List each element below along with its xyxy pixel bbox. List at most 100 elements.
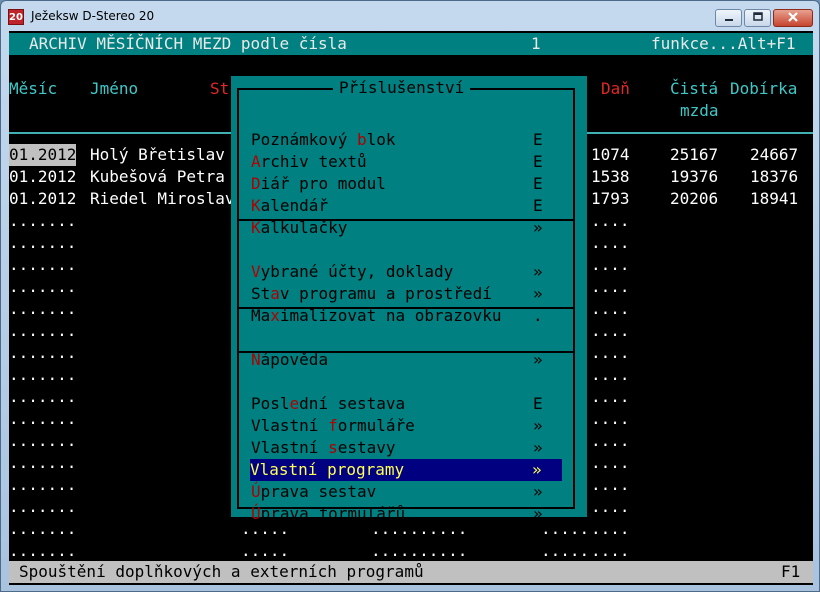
menu-item[interactable]: Maximalizovat na obrazovku. xyxy=(251,305,563,327)
col-header-month[interactable]: Měsíc xyxy=(9,78,57,100)
menu-item-label: ápověda xyxy=(260,350,329,369)
menu-item[interactable]: Vlastní sestavy » xyxy=(251,437,563,459)
status-message: Spouštění doplňkových a externích progra… xyxy=(19,562,424,581)
menu-item[interactable]: Úprava sestav » xyxy=(251,481,563,503)
empty-cell: ....... xyxy=(9,519,77,538)
menu-item-hotkey: e xyxy=(289,394,300,413)
minimize-button[interactable] xyxy=(715,9,742,27)
menu-item-label: Vlastní xyxy=(251,438,329,457)
empty-cell: .... xyxy=(591,497,630,516)
empty-cell: .... xyxy=(591,453,630,472)
menu-item-hotkey: s xyxy=(328,438,338,457)
menu-item-hotkey: N xyxy=(251,350,261,369)
menu-item-label: Poznámkový xyxy=(251,130,357,149)
menu-item-shortcut: E xyxy=(533,174,543,193)
menu-item-shortcut: » xyxy=(533,416,543,435)
bottom-status-bar: Spouštění doplňkových a externích progra… xyxy=(9,561,813,583)
menu-item-label: Posl xyxy=(251,394,290,413)
screen-title: ARCHIV MĚSÍČNÍCH MEZD podle čísla xyxy=(29,34,347,53)
menu-item-label: Vlastní xyxy=(251,416,329,435)
menu-item-shortcut: » xyxy=(533,262,543,281)
menu-item-label: St xyxy=(251,284,271,303)
menu-item-shortcut: . xyxy=(533,306,543,325)
col-header-tax[interactable]: Daň xyxy=(601,78,630,100)
empty-cell: ....... xyxy=(9,497,77,516)
close-button[interactable] xyxy=(773,9,813,27)
empty-cell: .... xyxy=(591,431,630,450)
menu-item-label: iář pro modul xyxy=(260,174,386,193)
menu-item-hotkey: K xyxy=(251,218,261,237)
col-header-name[interactable]: Jméno xyxy=(90,78,138,100)
title-bar[interactable]: 20 Ježeksw D-Stereo 20 xyxy=(1,1,819,31)
menu-item[interactable]: Vybrané účty, doklady » xyxy=(251,261,563,283)
menu-item[interactable]: Vlastní programy » xyxy=(250,459,562,481)
menu-item-hotkey: D xyxy=(251,174,261,193)
menu-item-hotkey: p xyxy=(327,460,337,479)
menu-item-label: rchiv textů xyxy=(260,152,367,171)
top-status-bar: ARCHIV MĚSÍČNÍCH MEZD podle čísla 1 funk… xyxy=(9,33,813,55)
menu-item-hotkey: f xyxy=(328,416,338,435)
menu-item-label: dní sestava xyxy=(299,394,406,413)
empty-cell: .... xyxy=(591,541,630,560)
row-tax: 1074 xyxy=(591,145,630,164)
menu-item-hotkey: Ú xyxy=(251,482,261,501)
row-net: 19376 xyxy=(670,167,719,186)
row-month[interactable]: 01.2012 xyxy=(9,166,76,188)
menu-item[interactable]: Kalendář E xyxy=(251,195,563,217)
menu-item-shortcut: E xyxy=(533,196,543,215)
empty-cell: ....... xyxy=(9,431,77,450)
menu-item-shortcut: E xyxy=(533,152,543,171)
empty-cell: ....... xyxy=(9,343,77,362)
empty-cell: ....... xyxy=(9,453,77,472)
menu-item-shortcut: » xyxy=(533,218,543,237)
accessories-menu: Příslušenství Poznámkový blok E Archiv tex… xyxy=(231,76,587,523)
col-header-net[interactable]: Čistá xyxy=(670,78,718,100)
menu-item[interactable]: Poznámkový blok E xyxy=(251,129,563,151)
empty-cell: .... xyxy=(591,387,630,406)
menu-item[interactable]: Archiv textů E xyxy=(251,151,563,173)
empty-cell: ....... xyxy=(9,321,77,340)
empty-cell: ....... xyxy=(9,299,77,318)
empty-cell: .... xyxy=(591,519,630,538)
menu-item-hotkey: A xyxy=(251,152,261,171)
empty-cell: .... xyxy=(591,409,630,428)
row-name[interactable]: Holý Břetislav xyxy=(90,144,225,166)
window-title: Ježeksw D-Stereo 20 xyxy=(31,9,155,23)
row-net: 25167 xyxy=(670,145,719,164)
row-name[interactable]: Riedel Miroslav xyxy=(90,188,235,210)
empty-cell: .... xyxy=(591,321,630,340)
menu-item[interactable]: Vlastní formuláře » xyxy=(251,415,563,437)
menu-item[interactable]: Stav programu a prostředí » xyxy=(251,283,563,305)
empty-cell: ....... xyxy=(9,233,77,252)
col-header-payout[interactable]: Dobírka xyxy=(730,78,797,100)
menu-item-label: Ma xyxy=(251,306,271,325)
menu-item[interactable]: Kalkulačky » xyxy=(251,217,563,239)
menu-item-label: ormuláře xyxy=(337,416,415,435)
help-key-hint[interactable]: F1 xyxy=(781,561,800,583)
app-icon[interactable]: 20 xyxy=(8,9,24,25)
col-header-st[interactable]: St xyxy=(210,78,229,100)
empty-cell: .... xyxy=(591,343,630,362)
row-payout: 24667 xyxy=(750,145,799,164)
menu-item-shortcut: » xyxy=(532,460,542,479)
row-month[interactable]: 01.2012 xyxy=(9,144,77,166)
menu-item-shortcut: » xyxy=(533,504,543,523)
minimize-icon xyxy=(724,19,733,21)
maximize-button[interactable] xyxy=(744,9,771,27)
menu-item-hotkey: V xyxy=(251,262,261,281)
menu-item-label: alendář xyxy=(260,196,329,215)
empty-cell: ....... xyxy=(9,277,77,296)
row-month[interactable]: 01.2012 xyxy=(9,188,76,210)
empty-cell: .... xyxy=(591,211,630,230)
menu-item-hotkey: b xyxy=(356,130,367,149)
empty-cell: .......... xyxy=(371,541,468,560)
menu-item[interactable]: Poslední sestava E xyxy=(251,393,563,415)
menu-item[interactable]: Úprava formulářů » xyxy=(251,503,563,525)
row-tax: 1538 xyxy=(591,167,630,186)
menu-item[interactable]: Nápověda » xyxy=(251,349,563,371)
maximize-icon xyxy=(752,12,763,21)
row-name[interactable]: Kubešová Petra xyxy=(90,166,225,188)
empty-cell: ..... xyxy=(541,541,590,560)
menu-item[interactable]: Diář pro modul E xyxy=(251,173,563,195)
row-net: 20206 xyxy=(670,189,719,208)
